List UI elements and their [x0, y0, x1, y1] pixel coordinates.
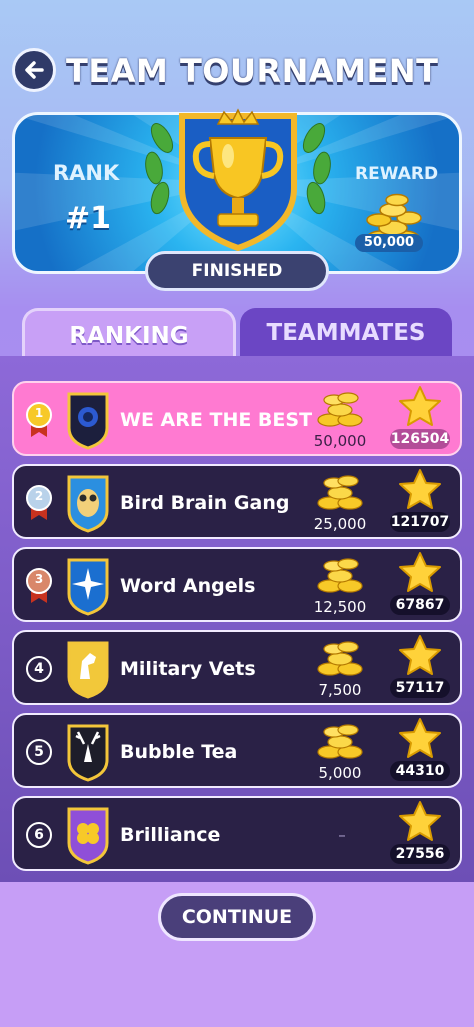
- reward-amount: 5,000: [318, 764, 362, 782]
- trophy-icon: [145, 108, 331, 252]
- team-row[interactable]: 3 Word Angels 12,500 67867: [12, 547, 462, 622]
- team-score: 44310: [390, 761, 450, 781]
- team-name: Bird Brain Gang: [120, 492, 290, 514]
- star-icon: [398, 385, 442, 427]
- medal-icon: 1: [24, 401, 54, 439]
- star-icon: [398, 551, 442, 593]
- star-icon: [398, 468, 442, 510]
- team-row[interactable]: 4 Military Vets 7,500 57117: [12, 630, 462, 705]
- rank-number: 3: [34, 572, 44, 586]
- star-icon: [398, 800, 442, 842]
- coin-pile-icon: [312, 635, 368, 679]
- coin-pile-icon: [312, 552, 368, 596]
- starburst-shield-icon: [66, 556, 110, 616]
- team-score: 57117: [390, 678, 450, 698]
- star-icon: [398, 634, 442, 676]
- rank-number: 1: [34, 406, 44, 420]
- medal-icon: 2: [24, 484, 54, 522]
- team-name: Military Vets: [120, 658, 256, 680]
- rank-number: 5: [26, 739, 52, 765]
- clover-shield-icon: [66, 805, 110, 865]
- tab-teammates[interactable]: TEAMMATES: [240, 308, 452, 358]
- team-name: Brilliance: [120, 824, 221, 846]
- status-badge: FINISHED: [145, 251, 329, 291]
- rank-number: 4: [26, 656, 52, 682]
- reward-label: REWARD: [355, 164, 439, 184]
- team-score: 126504: [390, 429, 450, 449]
- header: TEAM TOURNAMENT: [0, 40, 474, 100]
- team-row[interactable]: 2 Bird Brain Gang 25,000 121707: [12, 464, 462, 539]
- coin-pile-icon: [312, 386, 368, 430]
- reward-amount: 25,000: [313, 515, 367, 533]
- horse-shield-icon: [66, 639, 110, 699]
- lion-shield-icon: [66, 390, 110, 450]
- team-name: Bubble Tea: [120, 741, 238, 763]
- coin-pile-icon: [312, 718, 368, 762]
- rank-label: RANK: [53, 161, 120, 185]
- deer-shield-icon: [66, 722, 110, 782]
- reward-amount: 50,000: [313, 432, 367, 450]
- back-button[interactable]: [12, 48, 56, 92]
- team-score: 121707: [390, 512, 450, 532]
- page-title: TEAM TOURNAMENT: [66, 52, 439, 90]
- team-name: Word Angels: [120, 575, 256, 597]
- reward-amount: 12,500: [313, 598, 367, 616]
- team-row[interactable]: 1 WE ARE THE BEST 50,000 126504: [12, 381, 462, 456]
- reward-amount: 50,000: [355, 234, 423, 252]
- arrow-left-icon: [25, 61, 44, 79]
- team-score: 67867: [390, 595, 450, 615]
- team-name: WE ARE THE BEST: [120, 409, 313, 431]
- owl-shield-icon: [66, 473, 110, 533]
- tab-ranking[interactable]: RANKING: [22, 308, 236, 358]
- team-row[interactable]: 5 Bubble Tea 5,000 44310: [12, 713, 462, 788]
- team-score: 27556: [390, 844, 450, 864]
- rank-number: 2: [34, 489, 44, 503]
- rank-value: #1: [65, 201, 112, 236]
- continue-button[interactable]: CONTINUE: [158, 893, 316, 941]
- medal-icon: 3: [24, 567, 54, 605]
- rank-number: 6: [26, 822, 52, 848]
- no-reward: –: [338, 826, 346, 844]
- reward-amount: 7,500: [318, 681, 362, 699]
- coin-pile-icon: [312, 469, 368, 513]
- star-icon: [398, 717, 442, 759]
- team-row[interactable]: 6 Brilliance – 27556: [12, 796, 462, 871]
